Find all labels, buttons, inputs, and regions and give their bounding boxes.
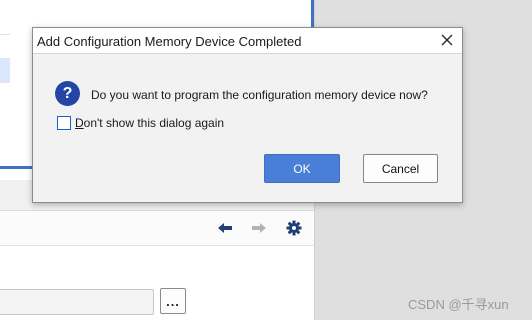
- arrow-right-icon[interactable]: [249, 218, 269, 238]
- ok-button[interactable]: OK: [264, 154, 340, 183]
- arrow-left-icon[interactable]: [215, 218, 235, 238]
- mnemonic-letter: D: [75, 116, 84, 130]
- question-icon: ?: [55, 81, 80, 106]
- path-field[interactable]: [0, 289, 154, 315]
- list-row-divider: [0, 34, 10, 35]
- dialog-titlebar: Add Configuration Memory Device Complete…: [33, 28, 462, 54]
- watermark: CSDN @千寻xun: [408, 297, 509, 312]
- browse-button[interactable]: ...: [160, 288, 186, 314]
- checkbox-label-text: on't show this dialog again: [83, 116, 225, 130]
- list-row-divider: [0, 82, 10, 83]
- dont-show-again-checkbox[interactable]: [57, 116, 71, 130]
- list-item-selected[interactable]: [0, 58, 10, 82]
- dialog-title: Add Configuration Memory Device Complete…: [37, 34, 302, 49]
- dont-show-again-label[interactable]: Don't show this dialog again: [75, 116, 224, 130]
- cancel-button[interactable]: Cancel: [363, 154, 438, 183]
- close-icon[interactable]: [436, 30, 458, 50]
- confirm-dialog: Add Configuration Memory Device Complete…: [32, 27, 463, 203]
- gear-icon[interactable]: [284, 218, 304, 238]
- dialog-message: Do you want to program the configuration…: [91, 88, 428, 102]
